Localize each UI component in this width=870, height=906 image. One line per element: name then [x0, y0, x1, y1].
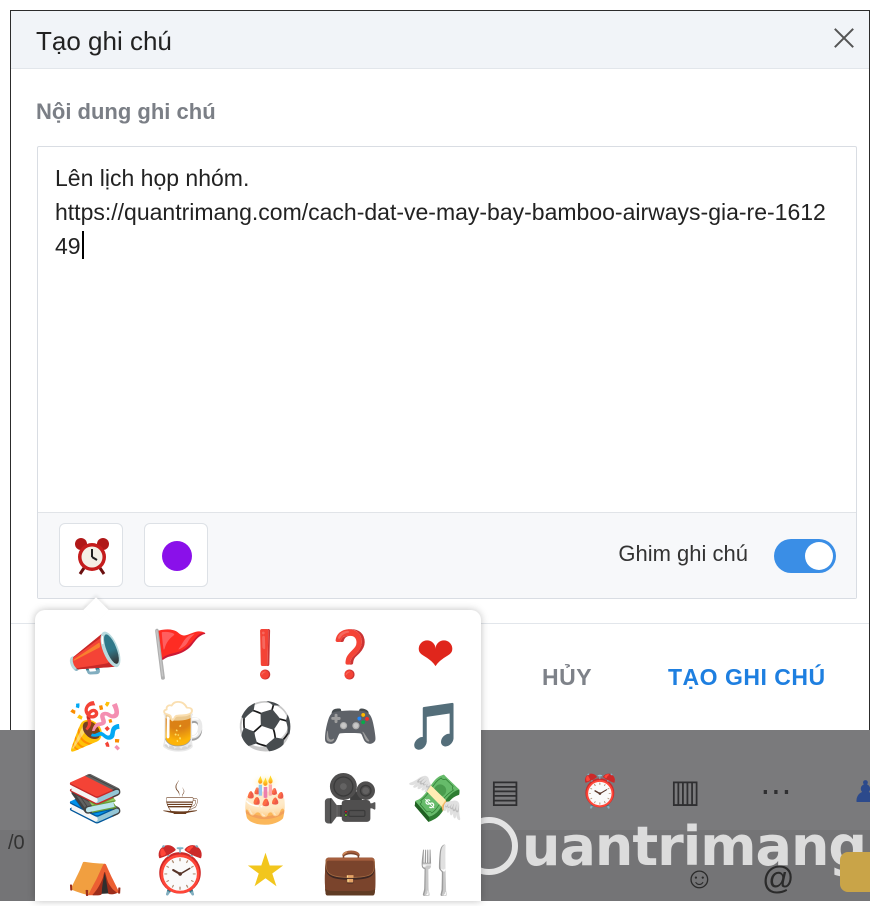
alarm-clock-icon: [75, 538, 109, 575]
emoji-grid: 📣 🚩 ❗ ❓ ❤ 🎉 🍺 ⚽ 🎮 🎵 📚 ☕ 🎂 🎥 💸 ⛺ ⏰ ★ 💼 🍴: [53, 618, 473, 906]
reminder-tool-icon[interactable]: ⏰: [580, 772, 620, 810]
poll-tool-icon[interactable]: ▥: [670, 772, 700, 810]
cancel-button[interactable]: HỦY: [542, 664, 592, 691]
game-controller-icon[interactable]: 🎮: [308, 690, 393, 762]
note-toolbar: Ghim ghi chú: [38, 512, 856, 598]
question-icon[interactable]: ❓: [308, 618, 393, 690]
heart-icon[interactable]: ❤: [393, 618, 478, 690]
note-textarea[interactable]: Lên lịch họp nhóm. https://quantrimang.c…: [37, 146, 857, 599]
briefcase-icon[interactable]: 💼: [308, 834, 393, 906]
color-select-button[interactable]: [144, 523, 208, 587]
text-caret: [81, 231, 84, 259]
pin-toggle[interactable]: [774, 539, 836, 573]
watermark: uantrimang: [460, 815, 867, 879]
party-popper-icon[interactable]: 🎉: [53, 690, 138, 762]
soccer-ball-icon[interactable]: ⚽: [223, 690, 308, 762]
star-icon[interactable]: ★: [223, 834, 308, 906]
megaphone-icon[interactable]: 📣: [53, 618, 138, 690]
emoji-select-button[interactable]: [59, 523, 123, 587]
like-icon[interactable]: [840, 852, 870, 892]
dialog-header: Tạo ghi chú: [11, 11, 869, 69]
person-icon: ♟: [852, 776, 870, 809]
books-icon[interactable]: 📚: [53, 762, 138, 834]
movie-camera-icon[interactable]: 🎥: [308, 762, 393, 834]
note-content-label: Nội dung ghi chú: [36, 99, 216, 124]
toggle-knob: [805, 542, 833, 570]
beer-icon[interactable]: 🍺: [138, 690, 223, 762]
camping-icon[interactable]: ⛺: [53, 834, 138, 906]
flag-icon[interactable]: 🚩: [138, 618, 223, 690]
note-tool-icon[interactable]: ▤: [490, 772, 520, 810]
coffee-icon[interactable]: ☕: [138, 762, 223, 834]
emoji-picker: 📣 🚩 ❗ ❓ ❤ 🎉 🍺 ⚽ 🎮 🎵 📚 ☕ 🎂 🎥 💸 ⛺ ⏰ ★ 💼 🍴: [35, 597, 481, 901]
color-dot: [162, 541, 192, 571]
money-wings-icon[interactable]: 💸: [393, 762, 478, 834]
note-text[interactable]: Lên lịch họp nhóm. https://quantrimang.c…: [55, 161, 835, 263]
pin-label: Ghim ghi chú: [618, 541, 748, 566]
mention-icon[interactable]: @: [762, 860, 794, 897]
close-icon[interactable]: [829, 23, 859, 53]
create-note-button[interactable]: TẠO GHI CHÚ: [668, 664, 826, 691]
alarm-clock-icon[interactable]: ⏰: [138, 834, 223, 906]
exclamation-icon[interactable]: ❗: [223, 618, 308, 690]
birthday-cake-icon[interactable]: 🎂: [223, 762, 308, 834]
background-text-fragment: /0: [8, 832, 25, 854]
note-text-value: Lên lịch họp nhóm. https://quantrimang.c…: [55, 165, 826, 259]
emoji-input-icon[interactable]: ☺: [684, 862, 715, 896]
more-tools-icon[interactable]: ⋯: [760, 772, 792, 810]
fork-knife-icon[interactable]: 🍴: [393, 834, 478, 906]
dialog-title: Tạo ghi chú: [36, 26, 172, 56]
headphones-music-icon[interactable]: 🎵: [393, 690, 478, 762]
